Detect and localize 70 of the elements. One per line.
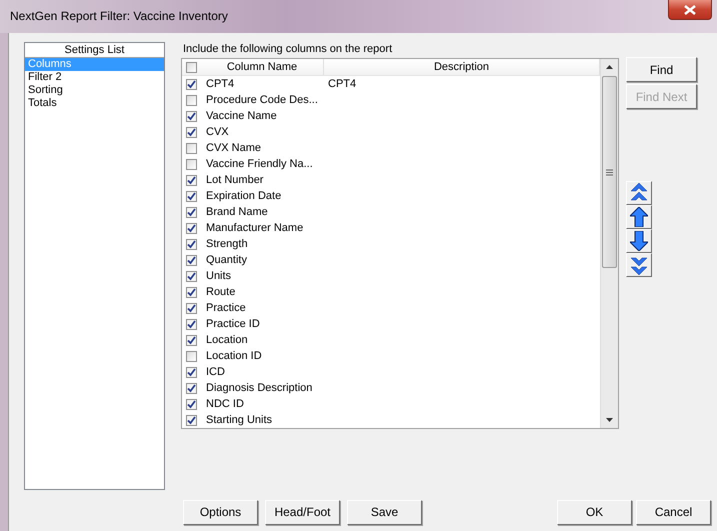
button[interactable]: OK [557, 500, 632, 524]
checkbox[interactable] [186, 270, 197, 282]
checkbox[interactable] [186, 254, 197, 266]
up-arrow-icon [630, 207, 648, 227]
close-icon [684, 4, 696, 14]
table-cell-text: CPT4 [327, 78, 356, 90]
table-cell-text: Starting Units [205, 414, 272, 426]
table-cell-text: Practice [205, 302, 246, 314]
table-cell-text: Strength [205, 238, 248, 250]
checkbox[interactable] [186, 174, 197, 186]
checkbox[interactable] [186, 222, 197, 234]
table-cell-text: NDC ID [205, 398, 244, 410]
down-arrow-icon [630, 231, 648, 251]
move-bottom-button[interactable] [626, 253, 652, 277]
table-cell-text: Route [205, 286, 236, 298]
move-down-button[interactable] [626, 229, 652, 253]
table-cell-text: Manufacturer Name [205, 222, 304, 234]
checkbox[interactable] [186, 190, 197, 202]
checkbox[interactable] [186, 206, 197, 218]
table-cell-text: Lot Number [205, 174, 264, 186]
table-cell-text: CPT4 [205, 78, 234, 90]
checkbox[interactable] [186, 398, 197, 410]
list-item[interactable]: Sorting [25, 84, 164, 97]
table-cell-text: Units [205, 270, 232, 282]
button[interactable]: Head/Foot [265, 500, 340, 524]
table-cell-text: CVX [205, 126, 229, 138]
checkbox[interactable] [186, 414, 197, 426]
checkbox[interactable] [186, 62, 197, 72]
double-up-arrow-icon [630, 183, 648, 203]
button[interactable]: Options [183, 500, 258, 524]
checkbox[interactable] [186, 286, 197, 298]
table-cell-text: Brand Name [205, 206, 268, 218]
table-cell-text: Expiration Date [205, 190, 282, 202]
window-title: NextGen Report Filter: Vaccine Inventory [10, 9, 228, 23]
checkbox[interactable] [186, 302, 197, 314]
checkbox[interactable] [186, 158, 197, 170]
column-header[interactable]: Column Name [201, 59, 324, 75]
double-down-arrow-icon [630, 255, 648, 275]
move-top-button[interactable] [626, 181, 652, 205]
checkbox[interactable] [186, 318, 197, 330]
table-cell-text: ICD [205, 366, 225, 378]
checkbox[interactable] [186, 94, 197, 106]
table-cell-text: Vaccine Friendly Na... [205, 158, 313, 170]
table-cell-text: Location [205, 334, 248, 346]
checkbox[interactable] [186, 110, 197, 122]
button[interactable]: Save [347, 500, 422, 524]
table-cell-text: Procedure Code Des... [205, 94, 318, 106]
table-cell-text: CVX Name [205, 142, 262, 154]
move-up-button[interactable] [626, 205, 652, 229]
list-item[interactable]: Filter 2 [25, 71, 164, 84]
table-cell-text: Vaccine Name [205, 110, 277, 122]
button[interactable]: Cancel [636, 500, 711, 524]
checkbox[interactable] [186, 382, 197, 394]
table-cell-text: Location ID [205, 350, 262, 362]
scrollbar[interactable] [600, 59, 618, 428]
list-item[interactable]: Totals [25, 97, 164, 110]
button[interactable]: Find [626, 57, 697, 82]
checkbox[interactable] [186, 366, 197, 378]
checkbox[interactable] [186, 78, 197, 90]
checkbox[interactable] [186, 334, 197, 346]
checkbox[interactable] [186, 350, 197, 362]
checkbox[interactable] [186, 126, 197, 138]
checkbox[interactable] [186, 142, 197, 154]
panel-label: Include the following columns on the report [183, 43, 394, 56]
close-button[interactable] [668, 0, 712, 20]
table-cell-text: Quantity [205, 254, 247, 266]
table-cell-text: Practice ID [205, 318, 260, 330]
scroll-thumb[interactable] [602, 76, 617, 268]
checkbox[interactable] [186, 238, 197, 250]
table-cell-text: Diagnosis Description [205, 382, 312, 394]
